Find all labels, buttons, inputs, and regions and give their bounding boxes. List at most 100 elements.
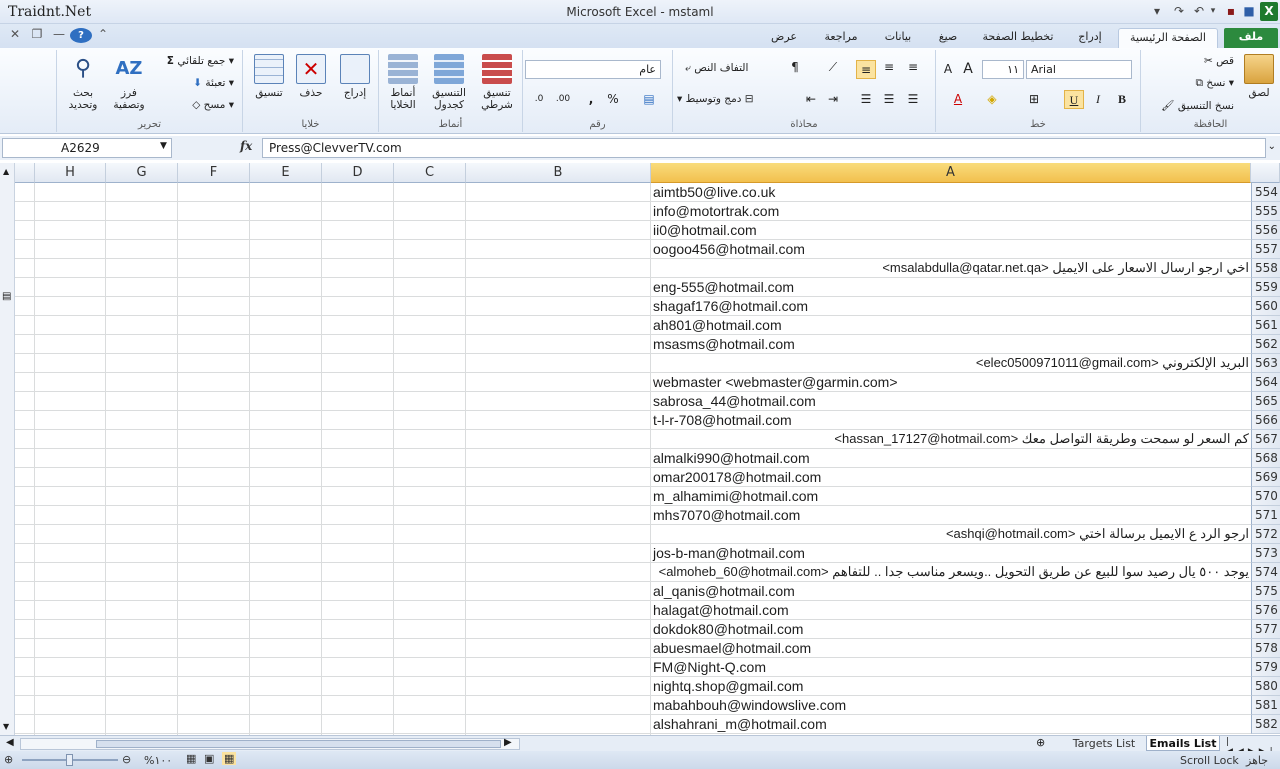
- column-header-h[interactable]: H: [35, 163, 106, 183]
- excel-logo-icon[interactable]: X: [1260, 2, 1278, 21]
- cell-a[interactable]: almalki990@hotmail.com: [651, 449, 1251, 468]
- shrink-font-icon[interactable]: A: [938, 60, 958, 79]
- row-header[interactable]: 564: [1251, 373, 1280, 392]
- number-format-combo[interactable]: عام: [525, 60, 661, 79]
- row-header[interactable]: 570: [1251, 487, 1280, 506]
- align-middle-icon[interactable]: ≡: [856, 60, 876, 79]
- borders-icon[interactable]: ⊞: [1024, 90, 1044, 109]
- row-header[interactable]: 577: [1251, 620, 1280, 639]
- format-as-table-button[interactable]: التنسيق كجدول: [425, 54, 473, 111]
- tab-formulas[interactable]: صيغ: [930, 28, 966, 48]
- sheet-tab-targets[interactable]: Targets List: [1068, 736, 1140, 751]
- zoom-slider-thumb[interactable]: [66, 754, 73, 766]
- tab-insert[interactable]: إدراج: [1070, 28, 1110, 48]
- align-bottom-icon[interactable]: ≡: [879, 58, 899, 77]
- cell-a[interactable]: يوجد ٥٠٠ يال رصيد سوا للبيع عن طريق التح…: [651, 563, 1251, 582]
- cell-a[interactable]: البريد الإلكتروني <elec0500971011@gmail.…: [651, 354, 1251, 373]
- row-header[interactable]: 575: [1251, 582, 1280, 601]
- row-header[interactable]: 566: [1251, 411, 1280, 430]
- wrap-text-button[interactable]: ⤶ التفاف النص: [685, 62, 748, 75]
- cell-a[interactable]: mhs7070@hotmail.com: [651, 506, 1251, 525]
- cell-a[interactable]: t-l-r-708@hotmail.com: [651, 411, 1251, 430]
- row-header[interactable]: 573: [1251, 544, 1280, 563]
- increase-indent-icon[interactable]: ⇥: [823, 90, 843, 109]
- qat-customize-icon[interactable]: ▾: [1148, 3, 1166, 20]
- format-cells-button[interactable]: تنسيق: [249, 54, 289, 99]
- tab-file[interactable]: ملف: [1224, 28, 1278, 48]
- tab-data[interactable]: بيانات: [880, 28, 916, 48]
- row-header[interactable]: 569: [1251, 468, 1280, 487]
- close-icon[interactable]: ✕: [4, 27, 26, 41]
- merge-center-button[interactable]: ▾ دمج وتوسيط ⊟: [677, 93, 754, 105]
- autosum-button[interactable]: Σ جمع تلقائي ▾: [167, 55, 234, 67]
- row-header[interactable]: 563: [1251, 354, 1280, 373]
- cell-a[interactable]: eng-555@hotmail.com: [651, 278, 1251, 297]
- cell-a[interactable]: FM@Night-Q.com: [651, 658, 1251, 677]
- collapse-ribbon-icon[interactable]: ⌃: [92, 27, 114, 41]
- format-painter-button[interactable]: 🖌 نسخ التنسيق: [1161, 99, 1234, 112]
- grow-font-icon[interactable]: A: [958, 60, 978, 79]
- find-select-button[interactable]: ⚲ بحث وتحديد: [61, 54, 105, 111]
- font-name-combo[interactable]: Arial: [1026, 60, 1132, 79]
- cell-a[interactable]: oogoo456@hotmail.com: [651, 240, 1251, 259]
- insert-cells-button[interactable]: إدراج: [335, 54, 375, 99]
- row-header[interactable]: 568: [1251, 449, 1280, 468]
- row-header[interactable]: 571: [1251, 506, 1280, 525]
- name-box[interactable]: A2629: [2, 138, 172, 158]
- cell-styles-button[interactable]: أنماط الخلايا: [381, 54, 425, 111]
- increase-decimal-icon[interactable]: .00: [553, 90, 573, 109]
- bold-button[interactable]: B: [1112, 90, 1132, 109]
- paste-button[interactable]: لصق: [1242, 54, 1276, 99]
- cell-a[interactable]: nightq.shop@gmail.com: [651, 677, 1251, 696]
- row-header[interactable]: 558: [1251, 259, 1280, 278]
- row-header[interactable]: 565: [1251, 392, 1280, 411]
- fill-button[interactable]: ⬇ تعبئة ▾: [193, 77, 234, 89]
- formula-input[interactable]: Press@ClevverTV.com: [262, 138, 1266, 158]
- cell-a[interactable]: jos-b-man@hotmail.com: [651, 544, 1251, 563]
- row-header[interactable]: 580: [1251, 677, 1280, 696]
- row-header[interactable]: 554: [1251, 183, 1280, 202]
- page-break-view-icon[interactable]: ▦: [186, 752, 196, 765]
- scroll-thumb[interactable]: ▤: [2, 291, 11, 302]
- row-header[interactable]: 581: [1251, 696, 1280, 715]
- row-header[interactable]: 578: [1251, 639, 1280, 658]
- decrease-indent-icon[interactable]: ⇤: [801, 90, 821, 109]
- tab-view[interactable]: عرض: [766, 28, 802, 48]
- align-right-icon[interactable]: ☰: [903, 90, 923, 109]
- horizontal-scroll-thumb[interactable]: [96, 740, 501, 748]
- row-header[interactable]: 582: [1251, 715, 1280, 734]
- cell-a[interactable]: webmaster <webmaster@garmin.com>: [651, 373, 1251, 392]
- cell-a[interactable]: كم السعر لو سمحت وطريقة التواصل معك <has…: [651, 430, 1251, 449]
- column-header-g[interactable]: G: [106, 163, 178, 183]
- row-header[interactable]: 559: [1251, 278, 1280, 297]
- save-icon[interactable]: ■: [1240, 3, 1258, 20]
- row-header[interactable]: 555: [1251, 202, 1280, 221]
- tab-review[interactable]: مراجعة: [818, 28, 864, 48]
- column-header-b[interactable]: B: [466, 163, 651, 183]
- sort-filter-button[interactable]: AZ فرز وتصفية: [109, 54, 149, 111]
- tab-home[interactable]: الصفحة الرئيسية: [1118, 28, 1218, 48]
- cell-a[interactable]: al_qanis@hotmail.com: [651, 582, 1251, 601]
- conditional-formatting-button[interactable]: تنسيق شرطي: [473, 54, 521, 111]
- tab-page-layout[interactable]: تخطيط الصفحة: [980, 28, 1056, 48]
- restore-icon[interactable]: ❐: [26, 27, 48, 41]
- scroll-up-icon[interactable]: ▲: [3, 167, 9, 176]
- row-header[interactable]: 567: [1251, 430, 1280, 449]
- sheet-tab-emails[interactable]: Emails List: [1146, 736, 1220, 751]
- orientation-icon[interactable]: ⟋: [823, 58, 843, 77]
- column-header-f[interactable]: F: [178, 163, 250, 183]
- align-left-icon[interactable]: ☰: [856, 90, 876, 109]
- zoom-out-icon[interactable]: ⊖: [122, 753, 131, 766]
- cell-a[interactable]: halagat@hotmail.com: [651, 601, 1251, 620]
- zoom-in-icon[interactable]: ⊕: [4, 753, 13, 766]
- cell-a[interactable]: ah801@hotmail.com: [651, 316, 1251, 335]
- rtl-direction-icon[interactable]: ¶: [785, 58, 805, 77]
- decrease-decimal-icon[interactable]: .0: [529, 90, 549, 109]
- hscroll-right-icon[interactable]: ▶: [504, 737, 512, 748]
- cell-a[interactable]: اخي ارجو ارسال الاسعار على الايميل <msal…: [651, 259, 1251, 278]
- expand-formula-bar-icon[interactable]: ⌄: [1268, 141, 1276, 152]
- row-header[interactable]: 561: [1251, 316, 1280, 335]
- column-header-a[interactable]: A: [651, 163, 1251, 183]
- column-header-c[interactable]: C: [394, 163, 466, 183]
- zoom-slider[interactable]: [22, 754, 118, 766]
